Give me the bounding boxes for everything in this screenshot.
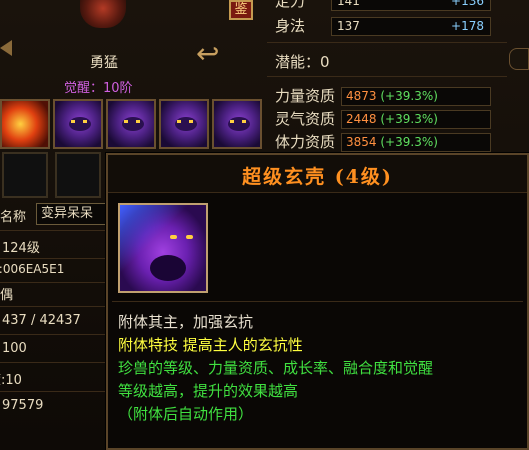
fusion-text: 度:10 <box>0 373 22 388</box>
divider <box>0 334 106 335</box>
awaken-level: 觉醒：10阶 <box>64 81 133 96</box>
stat-label: 定力 <box>275 0 306 10</box>
quality-value: 3854 <box>346 135 377 149</box>
skill-tooltip: 超级玄壳 (4级) 附体其主，加强玄抗 附体特技 提高主人的玄抗性 珍兽的等级、… <box>106 153 529 450</box>
pet-title: 勇猛 <box>90 55 118 71</box>
eye-icon <box>230 120 234 123</box>
quality-bonus: (+39.3%) <box>380 135 438 149</box>
stats-panel: 定力 141 +136 身法 137 +178 潜能：0 力量资质 4873 (… <box>265 0 529 160</box>
name-label: 名称 <box>0 210 27 225</box>
divider <box>0 282 106 283</box>
empty-skill-slot[interactable] <box>55 152 101 198</box>
spouse-text: 配偶 <box>0 288 14 303</box>
quality-bonus: (+39.3%) <box>380 89 438 103</box>
quality-value: 2448 <box>346 112 377 126</box>
skill-slot-beast[interactable] <box>53 99 103 149</box>
beast-face-icon <box>150 255 186 281</box>
eye-icon <box>124 120 128 123</box>
name-field[interactable]: 变异呆呆 <box>36 203 106 225</box>
eye-icon <box>83 120 87 123</box>
prev-arrow-icon[interactable] <box>0 40 12 56</box>
pet-id-text: ID:006EA5E1 <box>0 262 65 276</box>
divider <box>0 230 106 231</box>
desc-line: 附体其主，加强玄抗 <box>118 313 254 331</box>
stat-value-box: 137 +178 <box>331 17 491 36</box>
desc-line: 附体特技 提高主人的玄抗性 <box>118 336 303 354</box>
eye-icon <box>71 120 75 123</box>
tooltip-header: 超级玄壳 (4级) <box>108 155 527 193</box>
stat-bonus: +178 <box>451 19 484 33</box>
stat-value: 100 <box>2 341 27 356</box>
skill-row <box>0 99 270 149</box>
divider <box>267 76 507 77</box>
tooltip-description: 附体其主，加强玄抗 附体特技 提高主人的玄抗性 珍兽的等级、力量资质、成长率、融… <box>108 311 433 426</box>
desc-line: 珍兽的等级、力量资质、成长率、融合度和觉醒 <box>118 359 434 377</box>
empty-skill-slot[interactable] <box>2 152 48 198</box>
rotate-arrow-icon[interactable]: ↩ <box>196 40 219 68</box>
quality-label: 力量资质 <box>275 87 336 105</box>
skill-slot-beast[interactable] <box>212 99 262 149</box>
eye-icon <box>177 120 181 123</box>
quality-label: 灵气资质 <box>275 110 336 128</box>
skill-slot-fire[interactable] <box>0 99 50 149</box>
stat-value-box: 141 +136 <box>331 0 491 11</box>
hp-text: 437 / 42437 <box>2 313 81 328</box>
divider <box>0 258 106 259</box>
skill-beast-icon <box>118 203 208 293</box>
stat-value: 141 <box>337 0 360 8</box>
quality-value: 4873 <box>346 89 377 103</box>
stat-value: 137 <box>337 19 360 33</box>
divider <box>0 391 106 392</box>
stat-bonus: +136 <box>451 0 484 8</box>
side-toggle-button[interactable] <box>509 48 529 70</box>
skill-slot-beast[interactable] <box>159 99 209 149</box>
eye-icon <box>242 120 246 123</box>
quality-label: 体力资质 <box>275 133 336 151</box>
tooltip-title: 超级玄壳 (4级) <box>242 166 393 188</box>
eye-icon <box>170 235 177 239</box>
divider <box>0 306 106 307</box>
potential-text: 潜能：0 <box>275 53 330 71</box>
divider <box>0 362 106 363</box>
eye-icon <box>136 120 140 123</box>
skill-slot-beast[interactable] <box>106 99 156 149</box>
quality-value-box: 3854 (+39.3%) <box>341 133 491 152</box>
appraise-button[interactable]: 鉴 <box>229 0 253 20</box>
quality-value-box: 2448 (+39.3%) <box>341 110 491 129</box>
exp-text: 97579 <box>2 398 44 413</box>
level-text: 124级 <box>2 241 40 256</box>
desc-line: 等级越高，提升的效果越高 <box>118 382 299 400</box>
divider <box>267 42 507 43</box>
desc-line: （附体后自动作用） <box>118 405 254 423</box>
divider <box>112 301 523 302</box>
stat-label: 身法 <box>275 17 306 35</box>
quality-bonus: (+39.3%) <box>380 112 438 126</box>
quality-value-box: 4873 (+39.3%) <box>341 87 491 106</box>
eye-icon <box>186 235 193 239</box>
eye-icon <box>189 120 193 123</box>
